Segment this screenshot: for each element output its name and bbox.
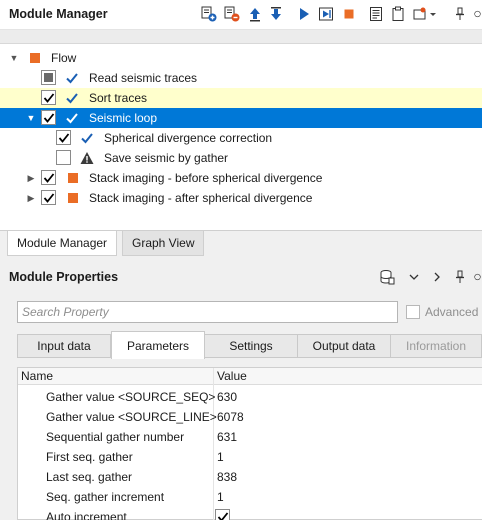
move-up-icon[interactable] (247, 6, 263, 22)
tree-row-seismic-loop[interactable]: ▼ Seismic loop (0, 108, 482, 128)
property-row[interactable]: Seq. gather increment 1 (18, 487, 482, 507)
add-module-icon[interactable] (201, 6, 217, 22)
group-square-icon (68, 193, 78, 203)
clipboard-icon[interactable] (390, 6, 406, 22)
module-checkbox[interactable] (41, 70, 56, 85)
property-value[interactable]: 631 (217, 430, 237, 444)
property-value[interactable]: 1 (217, 450, 224, 464)
module-properties-header: Module Properties (0, 264, 482, 292)
tree-row-save-seismic-by-gather[interactable]: Save seismic by gather (0, 148, 482, 168)
property-value[interactable]: 6078 (217, 410, 244, 424)
module-manager-view-tabs: Module Manager Graph View (0, 230, 482, 256)
search-property-input[interactable]: Search Property (17, 301, 398, 323)
module-label: Save seismic by gather (104, 151, 229, 165)
module-manager-header: Module Manager (0, 0, 482, 30)
valid-check-icon (81, 133, 93, 144)
tab-graph-view[interactable]: Graph View (122, 231, 205, 256)
property-value[interactable]: 838 (217, 470, 237, 484)
flow-square-icon (30, 53, 40, 63)
tree-row-stack-imaging-after[interactable]: ▶ Stack imaging - after spherical diverg… (0, 188, 482, 208)
module-checkbox[interactable] (41, 110, 56, 125)
tab-module-manager[interactable]: Module Manager (7, 231, 118, 256)
property-name: Seq. gather increment (46, 490, 165, 504)
collapse-chevron-icon[interactable]: ▼ (25, 112, 37, 124)
property-row[interactable]: Last seq. gather 838 (18, 467, 482, 487)
property-name: Gather value <SOURCE_LINE> (46, 410, 217, 424)
tree-row-stack-imaging-before[interactable]: ▶ Stack imaging - before spherical diver… (0, 168, 482, 188)
valid-check-icon (66, 93, 78, 104)
chevron-down-icon[interactable] (406, 269, 422, 285)
module-checkbox[interactable] (41, 90, 56, 105)
expand-chevron-icon[interactable]: ▶ (25, 192, 37, 204)
remove-module-icon[interactable] (224, 6, 240, 22)
run-icon[interactable] (296, 6, 312, 22)
expand-chevron-icon[interactable]: ▶ (25, 172, 37, 184)
database-icon[interactable] (379, 269, 395, 285)
options-icon[interactable] (412, 6, 438, 22)
valid-check-icon (66, 73, 78, 84)
property-value[interactable]: 1 (217, 490, 224, 504)
module-properties-title: Module Properties (9, 270, 119, 284)
module-checkbox[interactable] (56, 130, 71, 145)
module-label: Stack imaging - before spherical diverge… (89, 171, 323, 185)
flow-tree[interactable]: ▼ Flow Read seismic traces Sort traces ▼… (0, 44, 482, 230)
property-row[interactable]: First seq. gather 1 (18, 447, 482, 467)
module-label: Spherical divergence correction (104, 131, 273, 145)
property-name: Last seq. gather (46, 470, 133, 484)
advanced-label: Advanced (425, 305, 479, 319)
property-value[interactable]: 630 (217, 390, 237, 404)
warning-icon (80, 152, 94, 164)
panel-divider[interactable] (0, 256, 482, 264)
module-label: Read seismic traces (89, 71, 198, 85)
flow-label: Flow (51, 51, 77, 65)
property-name: Sequential gather number (46, 430, 185, 444)
module-label: Stack imaging - after spherical divergen… (89, 191, 313, 205)
property-grid: Name Value Gather value <SOURCE_SEQ> 630… (17, 367, 482, 520)
pin-icon[interactable] (452, 269, 468, 285)
group-square-icon (68, 173, 78, 183)
property-name: First seq. gather (46, 450, 133, 464)
run-step-icon[interactable] (318, 6, 334, 22)
property-name: Auto increment (46, 510, 127, 520)
module-checkbox[interactable] (41, 170, 56, 185)
property-row[interactable]: Auto increment (18, 507, 482, 520)
module-checkbox[interactable] (56, 150, 71, 165)
stop-icon[interactable] (341, 6, 357, 22)
menu-icon[interactable] (473, 6, 482, 22)
column-header-value[interactable]: Value (217, 369, 247, 383)
property-row[interactable]: Gather value <SOURCE_LINE> 6078 (18, 407, 482, 427)
menu-icon[interactable] (473, 269, 482, 285)
advanced-checkbox[interactable] (406, 305, 420, 319)
tree-row-spherical-divergence-correction[interactable]: Spherical divergence correction (0, 128, 482, 148)
collapse-chevron-icon[interactable]: ▼ (8, 52, 20, 64)
tab-parameters[interactable]: Parameters (111, 331, 205, 359)
pin-icon[interactable] (452, 6, 468, 22)
property-row[interactable]: Gather value <SOURCE_SEQ> 630 (18, 387, 482, 407)
module-manager-title: Module Manager (9, 7, 108, 21)
chevron-right-icon[interactable] (429, 269, 445, 285)
tree-row-read-seismic-traces[interactable]: Read seismic traces (0, 68, 482, 88)
move-down-icon[interactable] (268, 6, 284, 22)
property-grid-header: Name Value (18, 368, 482, 385)
valid-check-icon (66, 113, 78, 124)
tab-input-data[interactable]: Input data (17, 334, 111, 358)
tree-row-flow[interactable]: ▼ Flow (0, 48, 482, 68)
log-icon[interactable] (368, 6, 384, 22)
module-manager-search-strip (0, 30, 482, 44)
column-header-name[interactable]: Name (21, 369, 53, 383)
tab-settings[interactable]: Settings (204, 334, 298, 358)
tab-information[interactable]: Information (390, 334, 482, 358)
property-row[interactable]: Sequential gather number 631 (18, 427, 482, 447)
tab-output-data[interactable]: Output data (297, 334, 391, 358)
module-label: Sort traces (89, 91, 148, 105)
property-name: Gather value <SOURCE_SEQ> (46, 390, 216, 404)
module-checkbox[interactable] (41, 190, 56, 205)
module-label: Seismic loop (89, 111, 158, 125)
tree-row-sort-traces[interactable]: Sort traces (0, 88, 482, 108)
auto-increment-checkbox[interactable] (215, 509, 230, 520)
